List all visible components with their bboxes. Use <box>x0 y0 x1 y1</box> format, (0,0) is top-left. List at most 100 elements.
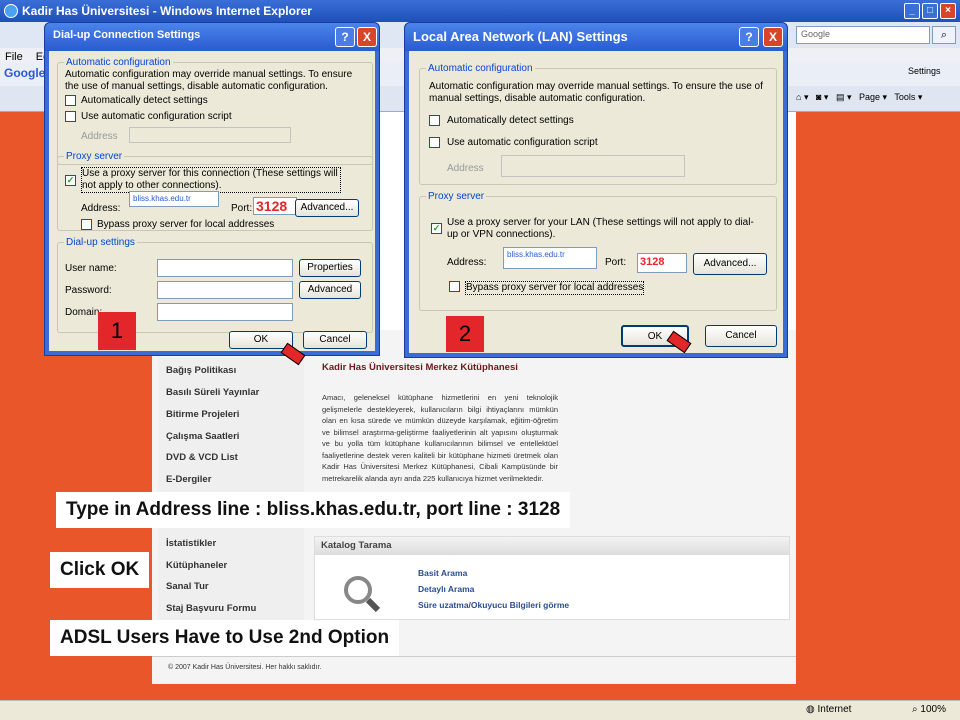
dialup-auto-address-input[interactable] <box>129 127 291 143</box>
browser-title: Kadir Has Üniversitesi - Windows Interne… <box>22 4 312 18</box>
dialup-auto-script-label: Use automatic configuration script <box>81 111 232 122</box>
zoom-value: 100% <box>920 704 946 715</box>
lan-advanced-button[interactable]: Advanced... <box>693 253 767 275</box>
dialup-port-input[interactable]: 3128 <box>253 197 297 215</box>
command-bar-items: ⌂ ▾ ◙ ▾ ▤ ▾ Page ▾ Tools ▾ <box>796 92 923 102</box>
step-1-badge: 1 <box>98 312 136 350</box>
sidebar-item[interactable]: Staj Başvuru Formu <box>166 603 256 614</box>
tools-menu[interactable]: Tools <box>894 92 915 102</box>
sidebar-item[interactable]: DVD & VCD List <box>166 452 238 463</box>
page-menu[interactable]: Page <box>859 92 880 102</box>
lan-auto-address-input[interactable] <box>501 155 685 177</box>
dialup-cancel-button[interactable]: Cancel <box>303 331 367 349</box>
lan-port-label: Port: <box>605 257 627 268</box>
dialup-close-button[interactable]: X <box>357 27 377 47</box>
dialup-advanced2-button[interactable]: Advanced <box>299 281 361 299</box>
dialup-auto-script-checkbox[interactable] <box>65 111 76 122</box>
lan-auto-address-label: Address <box>447 163 484 174</box>
sidebar-item[interactable]: Sanal Tur <box>166 581 209 592</box>
dialup-advanced-button[interactable]: Advanced... <box>295 199 359 217</box>
dialup-domain-input[interactable] <box>157 303 293 321</box>
lan-auto-desc: Automatic configuration may override man… <box>429 81 763 104</box>
instruction-adsl: ADSL Users Have to Use 2nd Option <box>50 620 400 656</box>
lan-bypass-label: Bypass proxy server for local addresses <box>465 281 645 295</box>
lan-proxy-checkbox[interactable]: ✓ <box>431 223 442 234</box>
dialup-auto-address-label: Address <box>81 131 118 142</box>
dialup-proxy-label: Use a proxy server for this connection (… <box>81 167 341 193</box>
lan-proxy-address-input[interactable]: bliss.khas.edu.tr <box>503 247 597 269</box>
ie-logo-icon <box>4 4 18 18</box>
close-button[interactable]: × <box>940 3 956 19</box>
dialup-bypass-checkbox[interactable] <box>81 219 92 230</box>
dialup-domain-label: Domain: <box>65 307 103 318</box>
dialup-proxy-address-input[interactable]: bliss.khas.edu.tr <box>129 191 219 207</box>
status-zone: ◍ Internet <box>806 704 851 715</box>
footer-text: © 2007 Kadir Has Üniversitesi. Her hakkı… <box>168 664 322 671</box>
dialup-bypass-label: Bypass proxy server for local addresses <box>97 219 275 230</box>
sidebar-item[interactable]: Kütüphaneler <box>166 560 227 571</box>
browser-title-bar: Kadir Has Üniversitesi - Windows Interne… <box>0 0 960 22</box>
sidebar-item[interactable]: İstatistikler <box>166 538 216 549</box>
instruction-click-ok: Click OK <box>50 552 150 588</box>
content-title: Kadir Has Üniversitesi Merkez Kütüphanes… <box>322 362 518 373</box>
minimize-button[interactable]: _ <box>904 3 920 19</box>
feeds-icon[interactable]: ◙ <box>816 92 821 102</box>
katalog-link-basit[interactable]: Basit Arama <box>418 568 467 578</box>
dialup-password-label: Password: <box>65 285 112 296</box>
katalog-link-detayli[interactable]: Detaylı Arama <box>418 584 474 594</box>
google-logo: Google <box>4 66 46 80</box>
dialup-proxy-address-label: Address: <box>81 203 121 214</box>
lan-cancel-button[interactable]: Cancel <box>705 325 777 347</box>
globe-icon: ◍ <box>806 704 818 715</box>
dialup-proxy-checkbox[interactable]: ✓ <box>65 175 76 186</box>
home-icon[interactable]: ⌂ <box>796 92 801 102</box>
step-2-badge: 2 <box>446 316 484 352</box>
lan-title: Local Area Network (LAN) Settings <box>413 29 628 44</box>
dialup-body: Automatic configuration Automatic config… <box>49 51 375 351</box>
settings-button[interactable]: Settings <box>908 66 941 76</box>
instruction-address-port: Type in Address line : bliss.khas.edu.tr… <box>56 492 571 528</box>
lan-help-button[interactable]: ? <box>739 27 759 47</box>
dialup-auto-desc: Automatic configuration may override man… <box>65 69 353 92</box>
lan-dialog: Local Area Network (LAN) Settings ? X Au… <box>404 22 788 358</box>
lan-body: Automatic configuration Automatic config… <box>409 51 783 353</box>
dialup-title: Dial-up Connection Settings <box>53 29 201 41</box>
sidebar-item[interactable]: Basılı Süreli Yayınlar <box>166 387 259 398</box>
lan-bypass-checkbox[interactable] <box>449 281 460 292</box>
print-icon[interactable]: ▤ <box>836 92 845 102</box>
dialup-password-input[interactable] <box>157 281 293 299</box>
dialup-proxy-legend: Proxy server <box>66 151 123 162</box>
katalog-link-sure[interactable]: Süre uzatma/Okuyucu Bilgileri görme <box>418 600 569 610</box>
katalog-title: Katalog Tarama <box>315 537 789 555</box>
status-zone-label: Internet <box>817 704 852 715</box>
lan-proxy-address-label: Address: <box>447 257 487 268</box>
dialup-port-label: Port: <box>231 203 253 214</box>
lan-close-button[interactable]: X <box>763 27 783 47</box>
lan-auto-script-checkbox[interactable] <box>429 137 440 148</box>
lan-auto-legend: Automatic configuration <box>428 63 533 74</box>
sidebar-item[interactable]: E-Dergiler <box>166 474 211 485</box>
lan-auto-detect-label: Automatically detect settings <box>447 115 574 126</box>
dialup-properties-button[interactable]: Properties <box>299 259 361 277</box>
zoom-level[interactable]: ⌕ 100% <box>912 704 946 715</box>
dialup-username-label: User name: <box>65 263 117 274</box>
lan-proxy-label: Use a proxy server for your LAN (These s… <box>447 217 754 240</box>
dialup-auto-detect-checkbox[interactable] <box>65 95 76 106</box>
dialup-username-input[interactable] <box>157 259 293 277</box>
maximize-button[interactable]: □ <box>922 3 938 19</box>
lan-title-bar: Local Area Network (LAN) Settings <box>405 23 787 51</box>
content-body: Amacı, geleneksel kütüphane hizmetlerini… <box>322 393 558 483</box>
lan-auto-detect-checkbox[interactable] <box>429 115 440 126</box>
dialup-help-button[interactable]: ? <box>335 27 355 47</box>
dialup-settings-legend: Dial-up settings <box>66 237 135 248</box>
dialup-auto-legend: Automatic configuration <box>66 57 171 68</box>
search-input[interactable]: Google <box>796 26 930 44</box>
sidebar-item[interactable]: Bağış Politikası <box>166 365 236 376</box>
sidebar-item[interactable]: Çalışma Saatleri <box>166 431 239 442</box>
lan-port-input[interactable]: 3128 <box>637 253 687 273</box>
lan-proxy-legend: Proxy server <box>428 191 485 202</box>
dialup-dialog: Dial-up Connection Settings ? X Automati… <box>44 22 380 356</box>
search-icon[interactable]: ⌕ <box>932 26 956 44</box>
sidebar-item[interactable]: Bitirme Projeleri <box>166 409 239 420</box>
dialup-title-bar: Dial-up Connection Settings <box>45 23 379 51</box>
